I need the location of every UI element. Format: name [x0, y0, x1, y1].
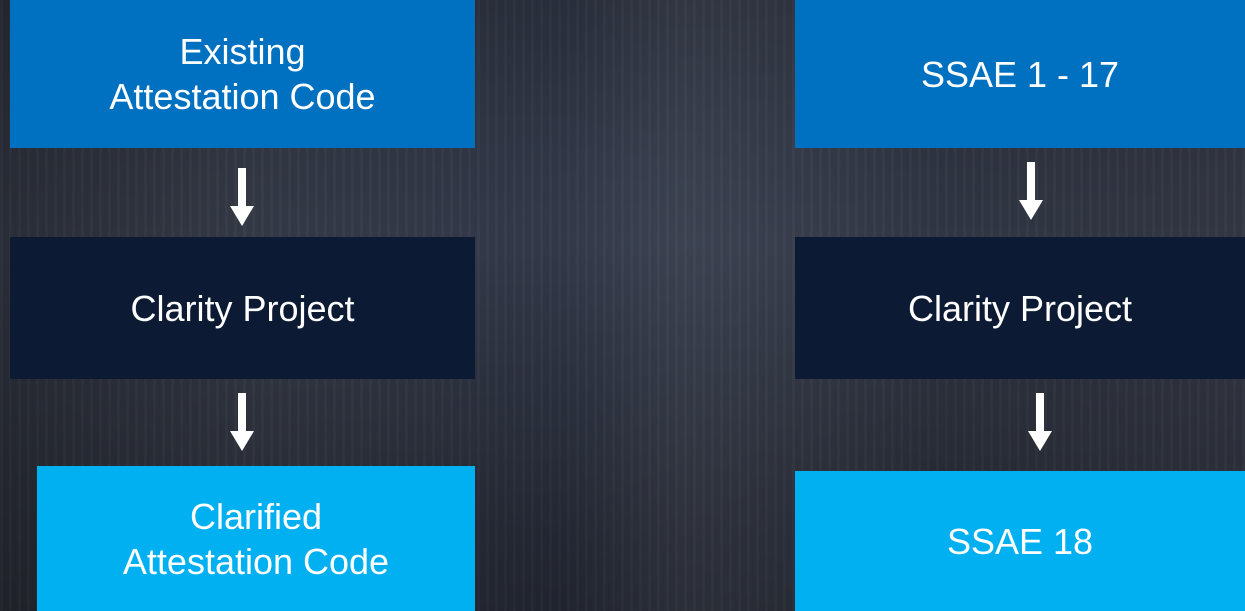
arrow-down-icon	[230, 393, 254, 451]
right-middle-box: Clarity Project	[795, 237, 1245, 379]
left-middle-box: Clarity Project	[10, 237, 475, 379]
arrow-down-icon	[230, 168, 254, 226]
right-middle-box-label: Clarity Project	[907, 287, 1133, 329]
right-top-box: SSAE 1 - 17	[795, 0, 1245, 148]
left-middle-box-label: Clarity Project	[130, 287, 355, 329]
left-top-box-label: Existing Attestation Code	[109, 31, 376, 117]
left-bottom-box: Clarified Attestation Code	[37, 466, 475, 611]
arrow-down-icon	[1028, 393, 1052, 451]
right-bottom-box-label: SSAE 18	[946, 520, 1094, 562]
right-top-box-label: SSAE 1 - 17	[920, 53, 1120, 95]
left-top-box: Existing Attestation Code	[10, 0, 475, 148]
arrow-down-icon	[1019, 162, 1043, 220]
right-bottom-box: SSAE 18	[795, 471, 1245, 611]
left-bottom-box-label: Clarified Attestation Code	[122, 495, 390, 582]
